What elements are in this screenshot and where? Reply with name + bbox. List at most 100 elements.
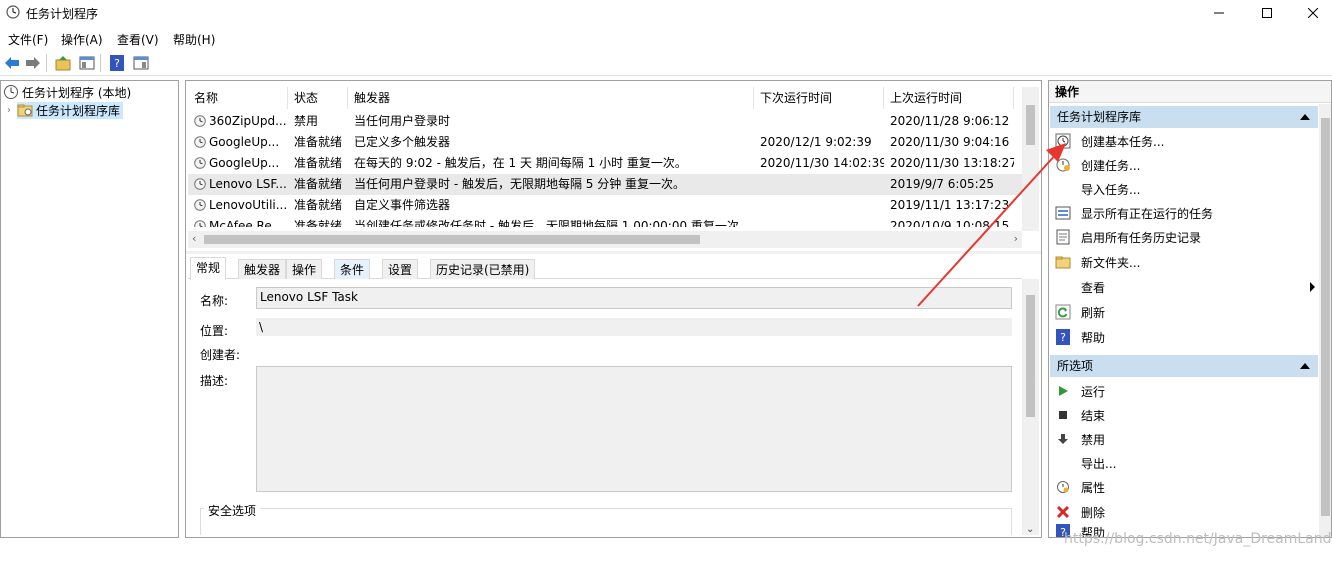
show-hide-action-pane-button[interactable] [131, 53, 151, 73]
close-icon [1308, 8, 1318, 18]
minimize-button[interactable] [1196, 0, 1242, 26]
maximize-button[interactable] [1244, 0, 1290, 26]
table-row[interactable]: 360ZipUpd... 禁用 当任何用户登录时 2020/11/28 9:06… [188, 111, 1022, 132]
task-list-vscrollbar[interactable] [1022, 87, 1039, 231]
back-button[interactable] [2, 53, 22, 73]
location-field: \ [256, 318, 1012, 336]
chevron-right-icon[interactable]: › [7, 105, 17, 116]
task-next-run [760, 174, 884, 195]
table-row-selected[interactable]: Lenovo LSF... 准备就绪 当任何用户登录时 - 触发后，无限期地每隔… [188, 174, 1022, 195]
action-delete[interactable]: 删除 [1055, 500, 1317, 524]
column-header-trigger[interactable]: 触发器 [348, 87, 754, 109]
column-header-next-run[interactable]: 下次运行时间 [754, 87, 884, 109]
action-run[interactable]: 运行 [1055, 379, 1317, 403]
scroll-down-icon[interactable]: ⌄ [1026, 524, 1034, 535]
action-new-folder[interactable]: 新文件夹... [1055, 250, 1317, 274]
security-options-group [200, 508, 1012, 535]
task-next-run: 2020/11/30 14:02:39 [760, 156, 884, 170]
action-label: 导入任务... [1081, 182, 1141, 197]
action-properties[interactable]: 属性 [1055, 475, 1317, 499]
tab-general[interactable]: 常规 [190, 257, 227, 280]
action-label: 导出... [1081, 456, 1117, 471]
column-header-last-run[interactable]: 上次运行时间 [884, 87, 1014, 109]
title-bar: 任务计划程序 [0, 0, 1332, 26]
table-row[interactable]: McAfee Re... 准备就绪 当创建任务或修改任务时 - 触发后，无限期地… [188, 216, 1022, 227]
menu-action[interactable]: 操作(A) [61, 31, 103, 48]
task-clock-icon [194, 136, 206, 148]
show-hide-action-pane-icon [133, 56, 149, 70]
tree-root-label: 任务计划程序 (本地) [22, 85, 132, 100]
menu-bar: 文件(F) 操作(A) 查看(V) 帮助(H) [0, 28, 1332, 48]
tab-conditions[interactable]: 条件 [334, 259, 371, 279]
hscroll-thumb[interactable] [204, 235, 700, 244]
minimize-icon [1214, 12, 1224, 14]
action-help[interactable]: ? 帮助 [1055, 325, 1317, 349]
task-list-hscrollbar[interactable]: ‹ › [188, 231, 1022, 248]
detail-vscroll-thumb[interactable] [1026, 295, 1035, 417]
actions-header: 操作 [1049, 81, 1331, 103]
tree-root[interactable]: 任务计划程序 (本地) [3, 83, 131, 101]
section-task-library-label: 任务计划程序库 [1057, 110, 1142, 124]
name-field[interactable]: Lenovo LSF Task [256, 287, 1012, 309]
disable-icon [1058, 434, 1068, 444]
scroll-left-icon[interactable]: ‹ [192, 232, 196, 245]
tab-triggers[interactable]: 触发器 [238, 259, 287, 279]
action-import-task[interactable]: 导入任务... [1055, 177, 1317, 201]
task-status: 准备就绪 [294, 156, 343, 170]
task-last-run: 2019/9/7 6:05:25 [890, 177, 994, 191]
task-next-run [760, 111, 884, 132]
collapse-icon[interactable] [1300, 363, 1310, 369]
column-header-name[interactable]: 名称 [188, 87, 288, 109]
show-hide-console-tree-button[interactable] [77, 53, 97, 73]
action-enable-history[interactable]: 启用所有任务历史记录 [1055, 225, 1317, 249]
action-end[interactable]: 结束 [1055, 403, 1317, 427]
folder-up-button[interactable] [53, 53, 73, 73]
action-label: 删除 [1081, 505, 1106, 520]
action-view[interactable]: 查看 [1055, 275, 1317, 299]
task-clock-icon [194, 157, 206, 169]
action-show-running-tasks[interactable]: 显示所有正在运行的任务 [1055, 201, 1317, 225]
tree-library-selection: 任务计划程序库 [17, 101, 124, 119]
action-disable[interactable]: 禁用 [1055, 427, 1317, 451]
actions-vscroll-thumb[interactable] [1321, 118, 1330, 516]
task-last-run: 2020/10/9 10:08:15 [890, 219, 1010, 227]
section-selected-item[interactable]: 所选项 [1050, 355, 1318, 377]
actions-vscrollbar[interactable] [1319, 104, 1331, 537]
table-row[interactable]: GoogleUp... 准备就绪 在每天的 9:02 - 触发后，在 1 天 期… [188, 153, 1022, 174]
center-pane: 名称 状态 触发器 下次运行时间 上次运行时间 360ZipUpd... 禁用 … [185, 80, 1042, 538]
table-row[interactable]: GoogleUp... 准备就绪 已定义多个触发器 2020/12/1 9:02… [188, 132, 1022, 153]
action-export[interactable]: 导出... [1055, 451, 1317, 475]
section-task-library[interactable]: 任务计划程序库 [1050, 106, 1318, 128]
action-label: 查看 [1081, 280, 1106, 295]
help-toolbar-button[interactable]: ? [107, 53, 127, 73]
close-button[interactable] [1290, 0, 1332, 26]
forward-button[interactable] [23, 53, 43, 73]
tab-history[interactable]: 历史记录(已禁用) [430, 259, 536, 279]
action-create-basic-task[interactable]: 创建基本任务... [1055, 129, 1317, 153]
action-refresh[interactable]: 刷新 [1055, 300, 1317, 324]
pane-splitter[interactable] [186, 251, 1041, 254]
end-icon [1059, 411, 1067, 419]
tab-actions[interactable]: 操作 [286, 259, 323, 279]
scroll-right-icon[interactable]: › [1014, 232, 1018, 245]
menu-help[interactable]: 帮助(H) [173, 31, 215, 48]
action-label: 禁用 [1081, 432, 1106, 447]
vscroll-thumb[interactable] [1026, 105, 1035, 145]
column-header-status[interactable]: 状态 [288, 87, 348, 109]
description-field[interactable] [256, 366, 1012, 492]
detail-vscrollbar[interactable]: ⌄ [1022, 279, 1039, 535]
table-row[interactable]: LenovoUtili... 准备就绪 自定义事件筛选器 2019/11/1 1… [188, 195, 1022, 216]
menu-file[interactable]: 文件(F) [8, 31, 48, 48]
task-status: 准备就绪 [294, 198, 343, 212]
tab-settings[interactable]: 设置 [382, 259, 419, 279]
menu-view[interactable]: 查看(V) [117, 31, 159, 48]
refresh-icon [1055, 304, 1071, 320]
task-trigger: 已定义多个触发器 [354, 135, 451, 149]
action-create-task[interactable]: 创建任务... [1055, 153, 1317, 177]
tree-item-library[interactable]: › 任务计划程序库 [7, 101, 124, 119]
svg-text:?: ? [114, 57, 120, 70]
task-name: GoogleUp... [209, 135, 280, 149]
actions-pane: 操作 任务计划程序库 创建基本任务... 创建任务... 导入任务... 显示所… [1048, 80, 1332, 538]
collapse-icon[interactable] [1300, 114, 1310, 120]
task-trigger: 当创建任务或修改任务时 - 触发后，无限期地每隔 1.00:00:00 重复一次… [354, 219, 751, 227]
